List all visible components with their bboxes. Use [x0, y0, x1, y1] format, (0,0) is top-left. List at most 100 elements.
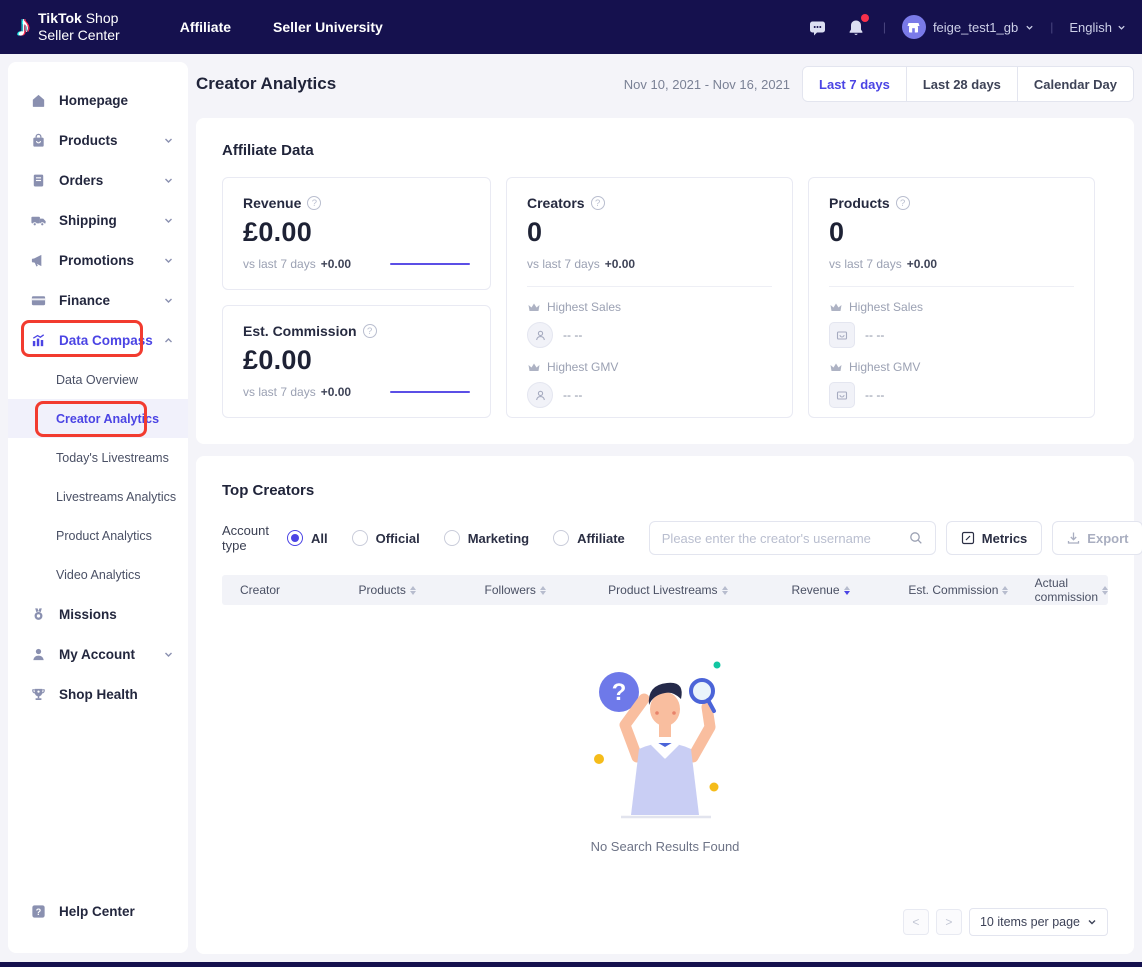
document-icon: [30, 172, 47, 189]
nav-link-seller-university[interactable]: Seller University: [273, 19, 383, 35]
sidebar-subitem-video-analytics[interactable]: Video Analytics: [8, 555, 188, 594]
column-creator: Creator: [222, 583, 321, 597]
last-28-days-button[interactable]: Last 28 days: [906, 67, 1017, 101]
affiliate-data-title: Affiliate Data: [222, 142, 1108, 159]
sidebar-item-shipping[interactable]: Shipping: [8, 200, 188, 240]
est-commission-sparkline: [390, 391, 470, 393]
sidebar-item-orders[interactable]: Orders: [8, 160, 188, 200]
export-button[interactable]: Export: [1052, 521, 1142, 555]
highest-sales-value: -- --: [563, 328, 582, 342]
tiktok-shop-logo[interactable]: ♪ TikTok Shop Seller Center: [16, 10, 120, 45]
sidebar-subitem-livestreams-analytics[interactable]: Livestreams Analytics: [8, 477, 188, 516]
calendar-day-button[interactable]: Calendar Day: [1017, 67, 1133, 101]
sort-icon-active[interactable]: [844, 586, 850, 595]
creator-avatar-placeholder: [527, 382, 553, 408]
est-commission-value: £0.00: [243, 345, 470, 376]
trophy-icon: [30, 686, 47, 703]
chevron-down-icon: [163, 215, 174, 226]
help-icon[interactable]: ?: [591, 196, 605, 210]
search-icon[interactable]: [909, 531, 923, 545]
last-7-days-button[interactable]: Last 7 days: [803, 67, 906, 101]
sidebar-item-label: Homepage: [59, 93, 128, 108]
radio-icon: [553, 530, 569, 546]
radio-affiliate[interactable]: Affiliate: [553, 530, 625, 546]
top-creators-title: Top Creators: [222, 482, 1108, 499]
account-type-label: Account type: [222, 523, 269, 553]
sidebar-item-label: Shop Health: [59, 687, 138, 702]
sort-icon[interactable]: [410, 586, 416, 595]
column-product-livestreams: Product Livestreams: [577, 583, 759, 597]
sidebar-item-my-account[interactable]: My Account: [8, 634, 188, 674]
truck-icon: [30, 212, 47, 229]
creator-search-input[interactable]: [662, 531, 909, 546]
message-icon[interactable]: [807, 16, 829, 38]
username: feige_test1_gb: [933, 20, 1018, 35]
crown-icon: [829, 362, 843, 373]
date-range-button-group: Last 7 days Last 28 days Calendar Day: [802, 66, 1134, 102]
sidebar-item-promotions[interactable]: Promotions: [8, 240, 188, 280]
sort-icon[interactable]: [722, 586, 728, 595]
help-icon[interactable]: ?: [363, 324, 377, 338]
radio-official[interactable]: Official: [352, 530, 420, 546]
sort-icon[interactable]: [1102, 586, 1108, 595]
sidebar-item-help-center[interactable]: ? Help Center: [8, 891, 188, 931]
next-page-button[interactable]: >: [936, 909, 962, 935]
help-icon[interactable]: ?: [896, 196, 910, 210]
radio-all[interactable]: All: [287, 530, 328, 546]
sidebar: Homepage Products Orders Shipping Promot…: [8, 62, 188, 953]
chevron-down-icon: [1117, 23, 1126, 32]
highest-gmv-label: Highest GMV: [849, 360, 920, 374]
sidebar-item-label: Data Compass: [59, 333, 153, 348]
sort-icon[interactable]: [1002, 586, 1008, 595]
sidebar-item-products[interactable]: Products: [8, 120, 188, 160]
edit-icon: [961, 531, 975, 545]
sidebar-subitem-data-overview[interactable]: Data Overview: [8, 360, 188, 399]
radio-marketing[interactable]: Marketing: [444, 530, 529, 546]
megaphone-icon: [30, 252, 47, 269]
items-per-page-select[interactable]: 10 items per page: [969, 908, 1108, 936]
help-icon: ?: [30, 903, 47, 920]
radio-icon: [352, 530, 368, 546]
highest-gmv-value: -- --: [865, 388, 884, 402]
vs-label: vs last 7 days: [243, 385, 316, 399]
column-actual-commission: Actual commission: [1035, 576, 1108, 604]
highest-gmv-label: Highest GMV: [547, 360, 618, 374]
sidebar-item-missions[interactable]: Missions: [8, 594, 188, 634]
user-menu[interactable]: feige_test1_gb: [902, 15, 1034, 39]
sidebar-item-label: Finance: [59, 293, 110, 308]
sidebar-item-finance[interactable]: Finance: [8, 280, 188, 320]
language-selector[interactable]: English: [1069, 20, 1126, 35]
sidebar-subitem-creator-analytics[interactable]: Creator Analytics: [8, 399, 188, 438]
metrics-button[interactable]: Metrics: [946, 521, 1043, 555]
vs-label: vs last 7 days: [527, 257, 600, 271]
page-title: Creator Analytics: [196, 74, 336, 94]
no-results-illustration: ?: [589, 647, 741, 825]
bell-icon[interactable]: [845, 16, 867, 38]
sidebar-item-homepage[interactable]: Homepage: [8, 80, 188, 120]
sidebar-item-shop-health[interactable]: Shop Health: [8, 674, 188, 714]
sidebar-subitem-todays-livestreams[interactable]: Today's Livestreams: [8, 438, 188, 477]
chevron-down-icon: [163, 135, 174, 146]
est-commission-card: Est. Commission ? £0.00 vs last 7 days +…: [222, 305, 491, 418]
chevron-up-icon: [163, 335, 174, 346]
empty-state: ?: [222, 647, 1108, 854]
chevron-down-icon: [1087, 917, 1097, 927]
logo-text: TikTok Shop Seller Center: [38, 10, 120, 45]
sort-icon[interactable]: [540, 586, 546, 595]
prev-page-button[interactable]: <: [903, 909, 929, 935]
highest-sales-value: -- --: [865, 328, 884, 342]
sidebar-item-data-compass[interactable]: Data Compass: [8, 320, 188, 360]
top-creators-section: Top Creators Account type All Official M…: [196, 456, 1134, 954]
crown-icon: [527, 362, 541, 373]
revenue-card: Revenue ? £0.00 vs last 7 days +0.00: [222, 177, 491, 290]
help-icon[interactable]: ?: [307, 196, 321, 210]
product-image-placeholder: [829, 382, 855, 408]
vs-value: +0.00: [907, 257, 937, 271]
sidebar-subitem-product-analytics[interactable]: Product Analytics: [8, 516, 188, 555]
nav-link-affiliate[interactable]: Affiliate: [180, 19, 231, 35]
divider: |: [1050, 20, 1053, 34]
vs-value: +0.00: [321, 257, 351, 271]
revenue-value: £0.00: [243, 217, 470, 248]
main-content: Creator Analytics Nov 10, 2021 - Nov 16,…: [196, 62, 1134, 954]
vs-value: +0.00: [605, 257, 635, 271]
